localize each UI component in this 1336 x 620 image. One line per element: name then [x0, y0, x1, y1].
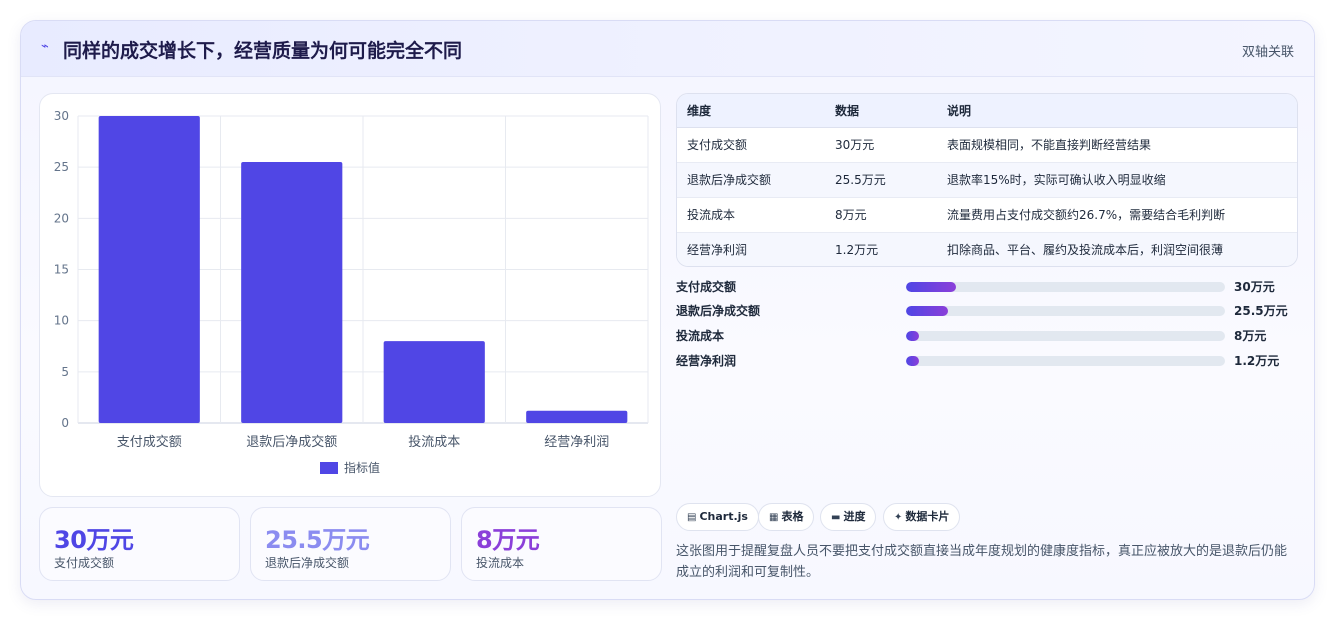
sparkle-icon: ✦	[894, 512, 903, 523]
legend-swatch	[320, 462, 338, 474]
table-cell: 扣除商品、平台、履约及投流成本后，利润空间很薄	[937, 232, 1297, 266]
progress-row-gmv: 支付成交额 30万元	[676, 278, 1296, 296]
table-cell: 退款后净成交额	[677, 162, 825, 198]
legend-label: 指标值	[344, 460, 380, 475]
column-header: 说明	[937, 94, 1297, 128]
y-tick-label: 5	[61, 365, 69, 379]
y-tick-label: 10	[54, 314, 69, 328]
progress-track	[906, 306, 1225, 316]
progress-row-net-gmv: 退款后净成交额 25.5万元	[676, 302, 1296, 320]
table-row: 支付成交额 30万元 表面规模相同，不能直接判断经营结果	[677, 127, 1297, 163]
stat-value: 25.5万元	[265, 526, 370, 554]
progress-track	[906, 331, 1225, 341]
x-tick-label: 退款后净成交额	[246, 434, 337, 450]
bar-chart-panel: 0 5 10 15 20 25 30 支付成交额 退款后净成交额 投流成本 经营净利润指标值	[39, 93, 661, 497]
table-cell: 流量费用占支付成交额约26.7%，需要结合毛利判断	[937, 197, 1297, 233]
progress-value: 1.2万元	[1234, 354, 1280, 368]
progress-value: 30万元	[1234, 280, 1275, 294]
table-cell: 8万元	[825, 197, 937, 233]
chip-label: 数据卡片	[905, 510, 950, 523]
column-header: 数据	[825, 94, 937, 128]
table-cell: 1.2万元	[825, 232, 937, 266]
stat-card-gmv: 30万元 支付成交额	[39, 507, 240, 581]
table-cell: 退款率15%时，实际可确认收入明显收缩	[937, 162, 1297, 198]
progress-fill	[906, 282, 957, 292]
progress-fill	[906, 331, 920, 341]
tag-progress[interactable]: ▬ 进度	[820, 503, 877, 531]
table-row: 退款后净成交额 25.5万元 退款率15%时，实际可确认收入明显收缩	[677, 162, 1297, 198]
table-cell: 25.5万元	[825, 162, 937, 198]
progress-icon: ▬	[831, 512, 841, 523]
table-cell: 表面规模相同，不能直接判断经营结果	[937, 127, 1297, 163]
tag-table[interactable]: ▦ 表格	[758, 503, 815, 531]
dual-axis-link[interactable]: 双轴关联	[1242, 41, 1294, 60]
table-cell: 支付成交额	[677, 127, 825, 163]
bar	[241, 162, 343, 424]
x-tick-label: 支付成交额	[117, 434, 182, 450]
progress-track	[906, 282, 1225, 292]
page-title: 同样的成交增长下，经营质量为何可能完全不同	[63, 40, 463, 62]
progress-fill	[906, 306, 949, 316]
metrics-table: 维度 数据 说明 支付成交额 30万元 表面规模相同，不能直接判断经营结果 退款…	[676, 93, 1298, 267]
main-card: ⌁ 同样的成交增长下，经营质量为何可能完全不同 双轴关联 0 5 10 15 20 25 3…	[20, 20, 1315, 600]
table-cell: 30万元	[825, 127, 937, 163]
table-row: 投流成本 8万元 流量费用占支付成交额约26.7%，需要结合毛利判断	[677, 197, 1297, 233]
x-tick-label: 经营净利润	[544, 435, 609, 450]
stat-label: 投流成本	[476, 556, 525, 570]
progress-label: 支付成交额	[676, 280, 737, 294]
bar	[383, 341, 485, 423]
chip-label: 表格	[781, 510, 804, 523]
tag-chartjs[interactable]: ▤ Chart.js	[676, 503, 759, 531]
stat-card-net-gmv: 25.5万元 退款后净成交额	[250, 507, 451, 581]
progress-label: 退款后净成交额	[676, 304, 761, 318]
progress-track	[906, 356, 1225, 366]
bar	[526, 410, 628, 423]
bar	[98, 116, 200, 423]
progress-value: 25.5万元	[1234, 304, 1288, 318]
x-tick-label: 投流成本	[408, 434, 460, 450]
y-tick-label: 30	[54, 109, 69, 123]
chart-icon: ⌁	[41, 39, 49, 54]
table-row: 经营净利润 1.2万元 扣除商品、平台、履约及投流成本后，利润空间很薄	[677, 232, 1297, 266]
y-tick-label: 15	[54, 263, 69, 277]
tag-data-cards[interactable]: ✦ 数据卡片	[883, 503, 961, 531]
y-tick-label: 25	[54, 160, 69, 174]
stat-value: 30万元	[54, 526, 134, 554]
table-cell: 经营净利润	[677, 232, 825, 266]
stat-card-ad-cost: 8万元 投流成本	[461, 507, 662, 581]
chip-label: 进度	[843, 510, 866, 523]
table-cell: 投流成本	[677, 197, 825, 233]
progress-fill	[906, 356, 920, 366]
progress-label: 经营净利润	[676, 354, 737, 368]
progress-row-net-profit: 经营净利润 1.2万元	[676, 352, 1296, 370]
card-header: ⌁ 同样的成交增长下，经营质量为何可能完全不同 双轴关联	[21, 21, 1314, 77]
chart-description: 这张图用于提醒复盘人员不要把支付成交额直接当成年度规划的健康度指标，真正应被放大…	[676, 544, 1288, 580]
stat-value: 8万元	[476, 526, 540, 554]
stat-label: 支付成交额	[54, 556, 115, 570]
progress-value: 8万元	[1234, 329, 1267, 343]
stat-label: 退款后净成交额	[265, 556, 350, 570]
progress-row-ad-cost: 投流成本 8万元	[676, 327, 1296, 345]
progress-label: 投流成本	[676, 329, 725, 343]
table-icon: ▦	[769, 512, 779, 523]
column-header: 维度	[677, 94, 825, 128]
bar-chart: 0 5 10 15 20 25 30 支付成交额 退款后净成交额 投流成本 经营净利润指标值	[54, 109, 649, 475]
chip-label: Chart.js	[699, 510, 748, 523]
table-header-row: 维度 数据 说明	[677, 94, 1297, 128]
y-tick-label: 20	[54, 211, 69, 225]
y-tick-label: 0	[61, 416, 69, 430]
chart-icon: ▤	[687, 512, 697, 523]
